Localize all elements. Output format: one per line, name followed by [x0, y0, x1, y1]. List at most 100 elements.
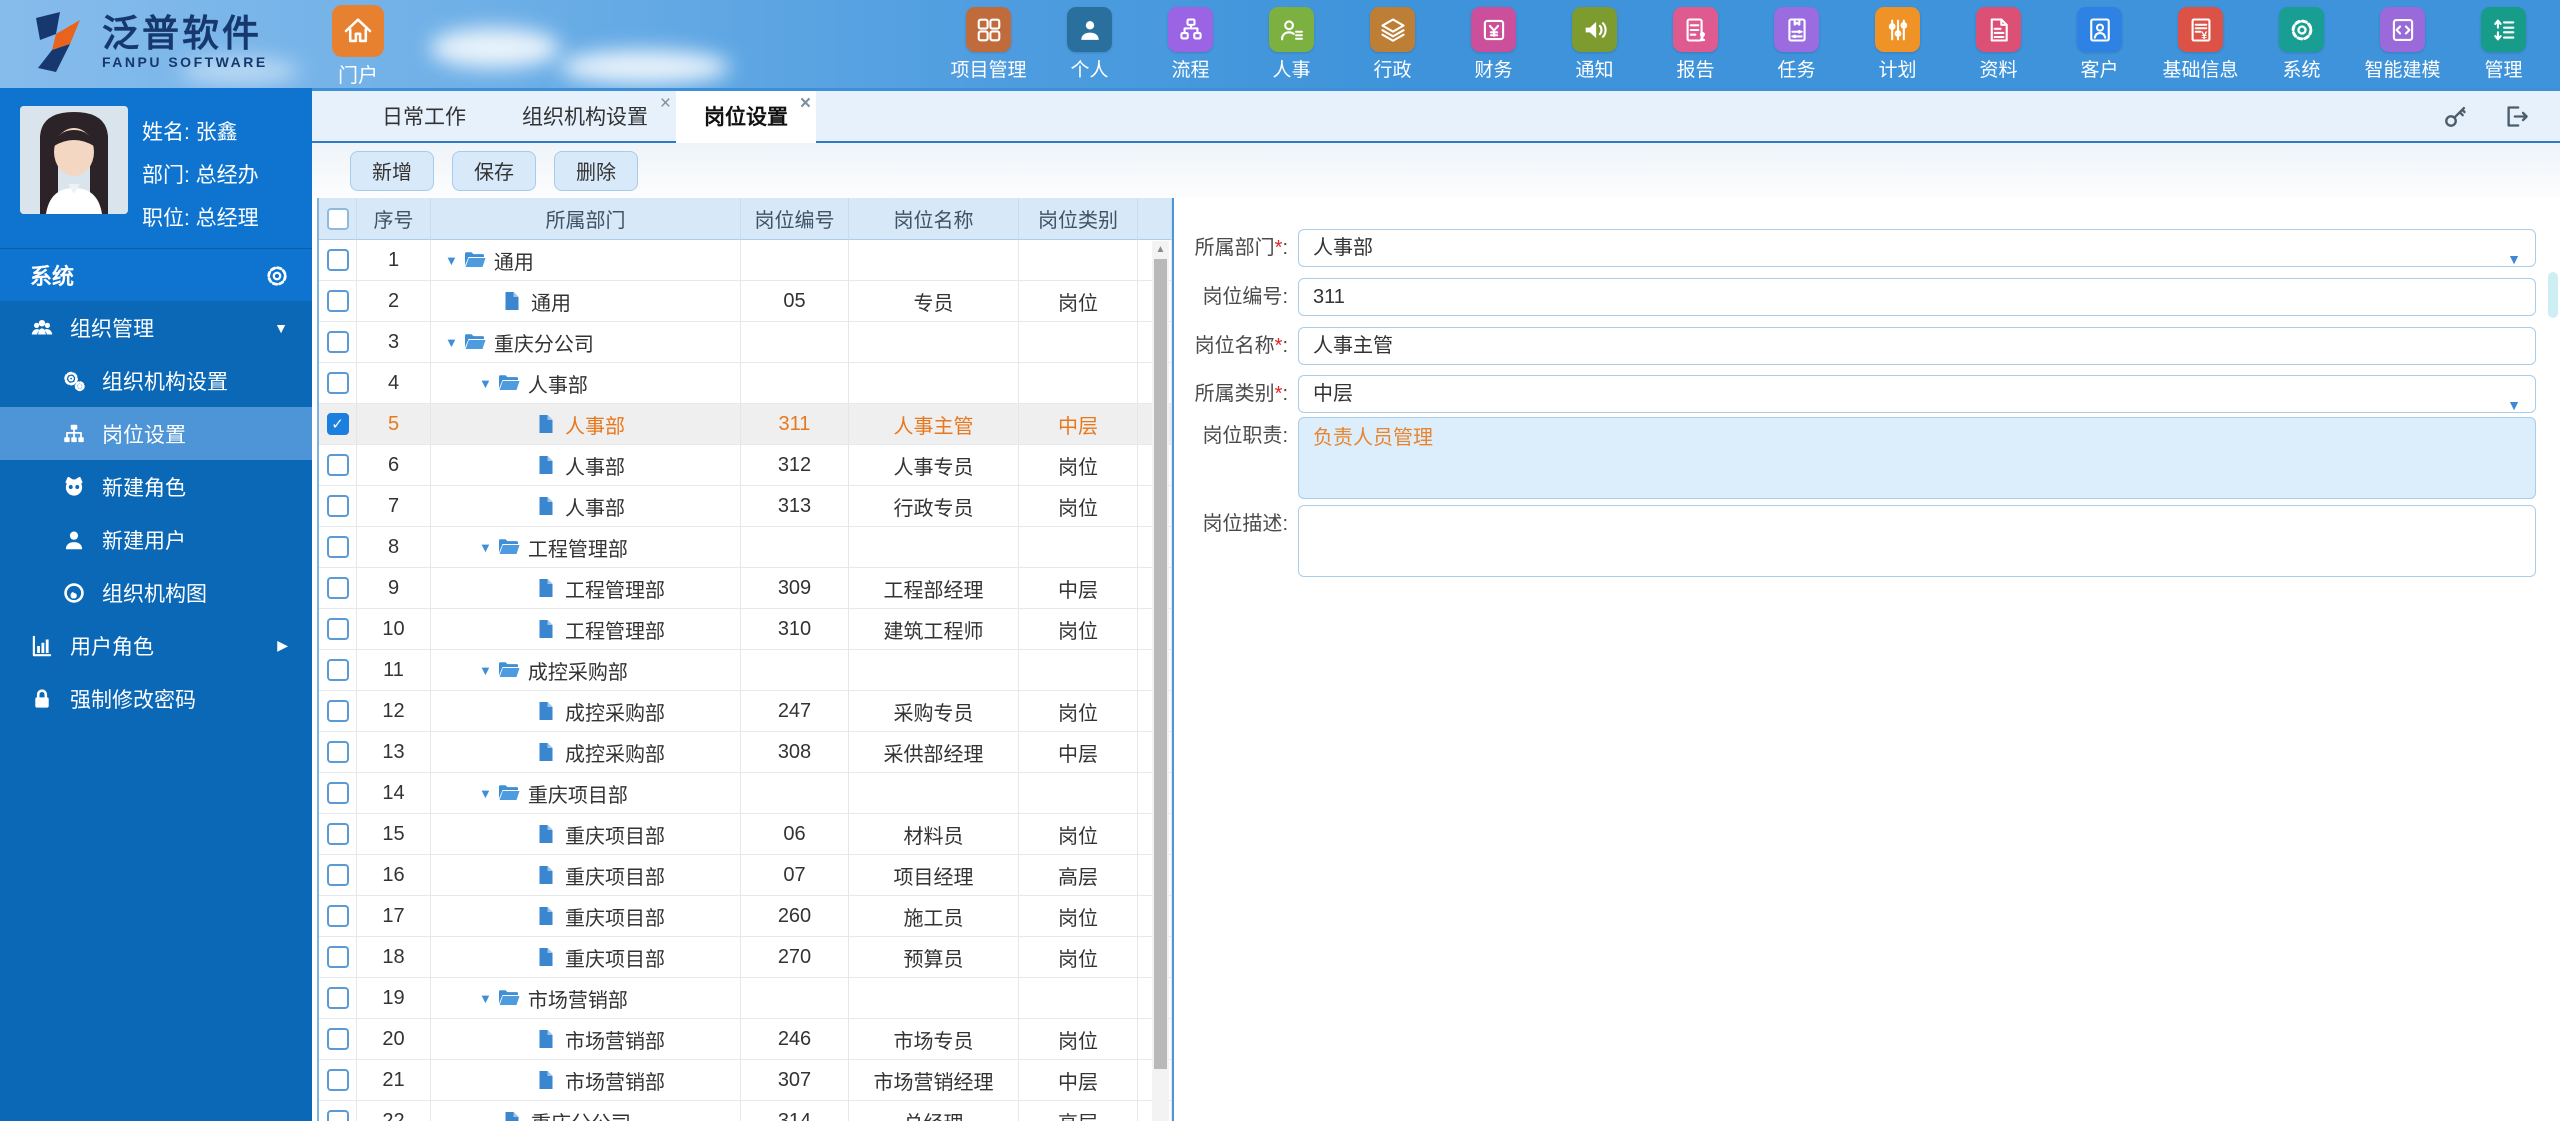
gear-icon[interactable]: [264, 263, 290, 289]
table-row[interactable]: 10 工程管理部 310 建筑工程师 岗位: [319, 609, 1172, 650]
post-name-input[interactable]: 人事主管: [1298, 327, 2536, 365]
nav-item-gear[interactable]: 系统: [2251, 7, 2352, 82]
table-row[interactable]: 20 市场营销部 246 市场专员 岗位: [319, 1019, 1172, 1060]
nav-item-bookmark-sliders[interactable]: 任务: [1746, 7, 1847, 82]
nav-item-person-card[interactable]: 客户: [2049, 7, 2150, 82]
tree-expand-icon[interactable]: ▼: [445, 335, 458, 350]
nav-item-code[interactable]: 智能建模: [2352, 7, 2453, 82]
nav-item-sliders[interactable]: 计划: [1847, 7, 1948, 82]
nav-item-person-lines[interactable]: 人事: [1241, 7, 1342, 82]
row-checkbox[interactable]: [326, 495, 349, 517]
nav-item-list-arrows[interactable]: 管理: [2453, 7, 2554, 82]
保存-button[interactable]: 保存: [452, 150, 536, 191]
department-label: 工程管理部: [565, 579, 665, 602]
row-checkbox[interactable]: [326, 946, 349, 968]
scrollbar-thumb[interactable]: [1154, 259, 1167, 1069]
table-row[interactable]: 16 重庆项目部 07 项目经理 高层: [319, 855, 1172, 896]
table-row[interactable]: 3 ▼ 重庆分公司: [319, 322, 1172, 363]
tab-日常工作[interactable]: 日常工作: [354, 91, 494, 141]
table-row[interactable]: 17 重庆项目部 260 施工员 岗位: [319, 896, 1172, 937]
row-checkbox[interactable]: [326, 987, 349, 1009]
table-row[interactable]: 2 通用 05 专员 岗位: [319, 281, 1172, 322]
table-row[interactable]: 18 重庆项目部 270 预算员 岗位: [319, 937, 1172, 978]
row-checkbox[interactable]: [326, 249, 349, 271]
table-row[interactable]: 11 ▼ 成控采购部: [319, 650, 1172, 691]
sidebar-item-github-circle[interactable]: 组织机构图: [0, 566, 312, 619]
row-checkbox[interactable]: [326, 372, 349, 394]
nav-item-doc-yen[interactable]: ¥ 基础信息: [2150, 7, 2251, 82]
sidebar-item-users-group[interactable]: 组织管理 ▼: [0, 301, 312, 354]
table-row[interactable]: 15 重庆项目部 06 材料员 岗位: [319, 814, 1172, 855]
sidebar-item-user[interactable]: 新建用户: [0, 513, 312, 566]
tree-expand-icon[interactable]: ▼: [479, 376, 492, 391]
tree-expand-icon[interactable]: ▼: [479, 786, 492, 801]
nav-item-portal[interactable]: 门户: [328, 5, 388, 88]
row-checkbox[interactable]: [326, 290, 349, 312]
新增-button[interactable]: 新增: [350, 150, 434, 191]
table-row[interactable]: 4 ▼ 人事部: [319, 363, 1172, 404]
table-row[interactable]: 8 ▼ 工程管理部: [319, 527, 1172, 568]
table-row[interactable]: 21 市场营销部 307 市场营销经理 中层: [319, 1060, 1172, 1101]
table-row[interactable]: 14 ▼ 重庆项目部: [319, 773, 1172, 814]
sidebar-item-octocat[interactable]: 新建角色: [0, 460, 312, 513]
row-checkbox[interactable]: [326, 1069, 349, 1091]
tree-expand-icon[interactable]: ▼: [479, 991, 492, 1006]
table-row[interactable]: 22 重庆分公司 314总经理高层: [319, 1101, 1172, 1121]
row-checkbox[interactable]: [326, 1028, 349, 1050]
nav-item-layers[interactable]: 行政: [1342, 7, 1443, 82]
category-select[interactable]: 中层 ▼: [1298, 375, 2536, 413]
table-row[interactable]: 9 工程管理部 309 工程部经理 中层: [319, 568, 1172, 609]
grid-scrollbar[interactable]: ▲: [1152, 241, 1169, 1121]
logout-icon[interactable]: [2503, 103, 2530, 130]
table-row[interactable]: ✓ 5 人事部 311 人事主管 中层: [319, 404, 1172, 445]
scroll-up-arrow[interactable]: ▲: [1152, 241, 1169, 258]
row-checkbox[interactable]: [326, 536, 349, 558]
sidebar-item-sitemap[interactable]: 岗位设置: [0, 407, 312, 460]
table-row[interactable]: 7 人事部 313 行政专员 岗位: [319, 486, 1172, 527]
tab-组织机构设置[interactable]: 组织机构设置 ×: [494, 91, 676, 141]
post-code-input[interactable]: 311: [1298, 278, 2536, 316]
nav-item-speaker[interactable]: 通知: [1544, 7, 1645, 82]
table-row[interactable]: 19 ▼ 市场营销部: [319, 978, 1172, 1019]
nav-item-document[interactable]: 资料: [1948, 7, 2049, 82]
sidebar-item-lock[interactable]: 强制修改密码: [0, 672, 312, 725]
row-checkbox[interactable]: [326, 454, 349, 476]
row-checkbox[interactable]: [326, 823, 349, 845]
sidebar-item-gears[interactable]: 组织机构设置: [0, 354, 312, 407]
row-checkbox[interactable]: [326, 659, 349, 681]
post-duty-textarea[interactable]: 负责人员管理: [1298, 417, 2536, 499]
tree-expand-icon[interactable]: ▼: [445, 253, 458, 268]
sidebar-item-bar-chart[interactable]: 用户角色 ▶: [0, 619, 312, 672]
close-icon[interactable]: ×: [800, 94, 811, 113]
row-checkbox[interactable]: [326, 1110, 349, 1121]
chevron-down-icon[interactable]: ▼: [2507, 241, 2521, 277]
row-checkbox[interactable]: [326, 577, 349, 599]
post-desc-textarea[interactable]: [1298, 505, 2536, 577]
row-checkbox[interactable]: [326, 331, 349, 353]
row-checkbox[interactable]: [326, 618, 349, 640]
row-checkbox[interactable]: [326, 741, 349, 763]
row-checkbox[interactable]: [326, 700, 349, 722]
nav-item-person[interactable]: 个人: [1039, 7, 1140, 82]
close-icon[interactable]: ×: [660, 94, 671, 113]
brand-name-en: FANPU SOFTWARE: [102, 54, 268, 70]
select-all-checkbox[interactable]: [326, 207, 349, 230]
nav-item-doc-mic[interactable]: 报告: [1645, 7, 1746, 82]
table-row[interactable]: 12 成控采购部 247 采购专员 岗位: [319, 691, 1172, 732]
row-checkbox[interactable]: [326, 864, 349, 886]
row-checkbox[interactable]: [326, 905, 349, 927]
row-checkbox[interactable]: [326, 782, 349, 804]
删除-button[interactable]: 删除: [554, 150, 638, 191]
table-row[interactable]: 13 成控采购部 308 采供部经理 中层: [319, 732, 1172, 773]
row-checkbox[interactable]: ✓: [326, 413, 349, 435]
tab-岗位设置[interactable]: 岗位设置 ×: [676, 91, 816, 143]
tree-expand-icon[interactable]: ▼: [479, 663, 492, 678]
nav-item-money-box[interactable]: 财务: [1443, 7, 1544, 82]
tree-expand-icon[interactable]: ▼: [479, 540, 492, 555]
nav-item-flow[interactable]: 流程: [1140, 7, 1241, 82]
key-icon[interactable]: [2442, 103, 2469, 130]
table-row[interactable]: 6 人事部 312 人事专员 岗位: [319, 445, 1172, 486]
department-select[interactable]: 人事部 ▼: [1298, 229, 2536, 267]
nav-item-grid[interactable]: 项目管理: [938, 7, 1039, 82]
table-row[interactable]: 1 ▼ 通用: [319, 240, 1172, 281]
